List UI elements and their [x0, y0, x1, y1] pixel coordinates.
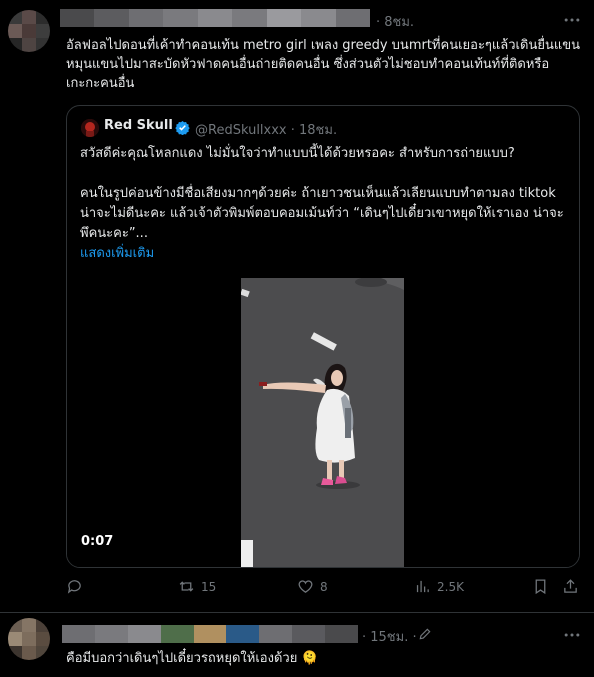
reply-button[interactable] — [66, 578, 89, 595]
quoted-tweet[interactable]: Red Skull @RedSkullxxx · 18ชม. สวัสดีค่ะ… — [66, 105, 580, 568]
reply-avatar[interactable] — [8, 618, 50, 660]
reply-time[interactable]: · 15ชม. · — [362, 626, 417, 647]
reply-icon — [67, 580, 81, 594]
quote-author-name[interactable]: Red Skull — [104, 118, 173, 133]
author-name-blurred[interactable] — [60, 9, 370, 27]
share-icon — [564, 579, 577, 593]
verified-badge-icon — [175, 120, 190, 135]
more-icon[interactable] — [562, 10, 582, 30]
video-player[interactable]: 0:07 — [67, 278, 579, 567]
bookmark-button[interactable] — [532, 578, 549, 595]
views-count: 2.5K — [437, 579, 464, 594]
post-time[interactable]: · 8ชม. — [376, 11, 414, 32]
quote-avatar — [81, 119, 99, 137]
share-button[interactable] — [562, 578, 579, 595]
show-more-link[interactable]: แสดงเพิ่มเติม — [80, 242, 154, 263]
like-button[interactable]: 8 — [297, 578, 328, 595]
reply-more-icon[interactable] — [562, 625, 582, 645]
retweet-button[interactable]: 15 — [178, 578, 216, 595]
quote-text: สวัสดีค่ะคุณโหลกแดง ไม่มั่นใจว่าทำแบบนี้… — [80, 146, 564, 241]
retweet-icon — [179, 581, 194, 592]
bookmark-icon — [535, 579, 546, 595]
reply-text: คือมีบอกว่าเดินๆไปเดี๋ยวรถหยุดให้เองด้วย… — [66, 651, 318, 666]
video-thumbnail — [241, 278, 404, 567]
avatar[interactable] — [8, 10, 50, 52]
reply-author-name-blurred[interactable] — [62, 625, 359, 643]
tweet-main[interactable]: · 8ชม. อัลฟอลไปดอนที่เค้าทำคอนเท้น metro… — [0, 0, 594, 613]
retweet-count: 15 — [201, 579, 217, 594]
video-duration: 0:07 — [77, 533, 118, 550]
edit-icon — [419, 628, 431, 640]
like-count: 8 — [320, 579, 328, 594]
post-text: อัลฟอลไปดอนที่เค้าทำคอนเท้น metro girl เ… — [66, 38, 580, 91]
tweet-reply[interactable]: · 15ชม. · คือมีบอกว่าเดินๆไปเดี๋ยวรถหยุด… — [0, 612, 594, 677]
action-bar: 15 8 2.5K — [66, 578, 584, 600]
quote-handle-time[interactable]: @RedSkullxxx · 18ชม. — [195, 119, 337, 140]
views-button[interactable]: 2.5K — [414, 578, 464, 595]
views-icon — [416, 580, 429, 593]
like-icon — [298, 580, 313, 593]
